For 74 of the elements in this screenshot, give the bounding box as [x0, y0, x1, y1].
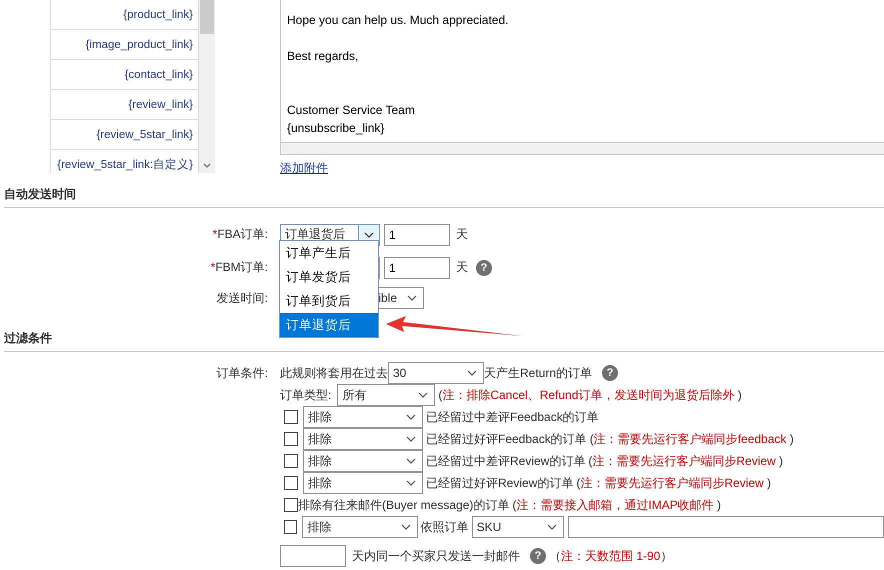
chevron-icon	[406, 480, 416, 486]
variable-item[interactable]: {contact_link}	[124, 69, 193, 81]
unit-label: 天	[456, 226, 468, 243]
order-type-select[interactable]: 所有	[337, 384, 436, 406]
checkbox[interactable]	[284, 410, 298, 424]
checkbox[interactable]	[284, 432, 298, 446]
dropdown-option[interactable]: 订单到货后	[280, 289, 378, 313]
filter-text: 已经留过中差评Feedback的订单	[426, 408, 599, 426]
chevron-icon	[406, 458, 416, 464]
field-label: FBA订单:	[217, 227, 268, 241]
chevron-icon	[407, 295, 417, 301]
filter-text: 依照订单	[420, 518, 469, 536]
chevron-icon	[400, 524, 411, 530]
section-title: 自动发送时间	[4, 187, 76, 201]
scrollbar[interactable]	[199, 0, 215, 173]
variable-item[interactable]: {review_5star_link:自定义}	[57, 159, 193, 171]
checkbox[interactable]	[284, 476, 298, 490]
filter-text: 已经留过好评Feedback的订单	[426, 430, 587, 448]
note-text: (注：需要先运行客户端同步Review )	[576, 474, 772, 492]
period-select[interactable]: 30	[388, 362, 484, 384]
condition-text: 此规则将套用在过去	[280, 364, 388, 382]
chevron-icon	[546, 524, 557, 530]
chevron-icon	[406, 436, 416, 442]
filter-text: 已经留过好评Review的订单	[426, 474, 574, 492]
required-mark: *	[210, 260, 216, 274]
checkbox[interactable]	[284, 498, 298, 512]
note-text: (注：需要接入邮箱，通过IMAP收邮件 )	[512, 496, 722, 514]
chevron-icon[interactable]	[203, 163, 211, 169]
days-field[interactable]	[280, 545, 346, 567]
note-text: （注：天数范围 1-90）	[549, 548, 672, 564]
message-line: {unsubscribe_link}	[287, 121, 384, 135]
message-line: Customer Service Team	[287, 103, 415, 117]
chevron-icon	[406, 414, 416, 420]
add-attachment-link[interactable]: 添加附件	[280, 160, 328, 177]
help-icon[interactable]: ?	[476, 260, 492, 276]
filter-text: 排除有往来邮件(Buyer message)的订单	[298, 496, 510, 514]
checkbox[interactable]	[284, 454, 298, 468]
exclude-select[interactable]: 排除	[303, 472, 423, 494]
days-field[interactable]: 1	[384, 224, 450, 246]
checkbox[interactable]	[284, 520, 298, 534]
days-field[interactable]: 1	[384, 256, 450, 278]
exclude-select[interactable]: 排除	[303, 406, 423, 428]
dropdown-option[interactable]: 订单发货后	[280, 265, 378, 289]
chevron-icon	[364, 232, 374, 238]
note-text: (注：需要先运行客户端同步feedback )	[590, 430, 794, 448]
field-label: FBM订单:	[215, 260, 268, 274]
variable-item[interactable]: {review_5star_link}	[96, 129, 193, 141]
exclude-select[interactable]: 排除	[303, 428, 423, 450]
chevron-icon	[467, 370, 477, 376]
help-icon[interactable]: ?	[530, 548, 546, 564]
unit-label: 天	[456, 259, 468, 276]
required-mark: *	[212, 227, 218, 241]
sku-select[interactable]: SKU	[472, 516, 564, 538]
message-line: Best regards,	[287, 49, 358, 63]
field-label: 订单类型:	[280, 386, 332, 404]
help-icon[interactable]: ?	[602, 365, 618, 381]
field-label: 订单条件:	[216, 366, 268, 380]
field-label: 发送时间:	[216, 290, 268, 304]
filter-text: 已经留过中差评Review的订单	[426, 452, 586, 470]
exclude-select[interactable]: 排除	[303, 450, 423, 472]
variable-item[interactable]: {product_link}	[123, 9, 193, 21]
section-title: 过滤条件	[4, 331, 52, 345]
dropdown-option[interactable]: 订单退货后	[280, 313, 378, 337]
exclude-select[interactable]: 排除	[302, 516, 418, 538]
limit-text: 天内同一个买家只发送一封邮件	[352, 548, 520, 564]
note-text: (注：需要先运行客户端同步Review )	[588, 452, 784, 470]
message-line: Hope you can help us. Much appreciated.	[287, 13, 508, 27]
variable-item[interactable]: {image_product_link}	[86, 39, 193, 51]
condition-text: 天产生Return的订单	[484, 364, 592, 382]
chevron-icon	[418, 392, 428, 398]
variable-item[interactable]: {review_link}	[128, 99, 193, 111]
sku-field[interactable]	[568, 516, 884, 538]
scroll-thumb[interactable]	[200, 0, 214, 34]
note-text: (注：排除Cancel、Refund订单，发送时间为退货后除外 )	[438, 386, 742, 404]
